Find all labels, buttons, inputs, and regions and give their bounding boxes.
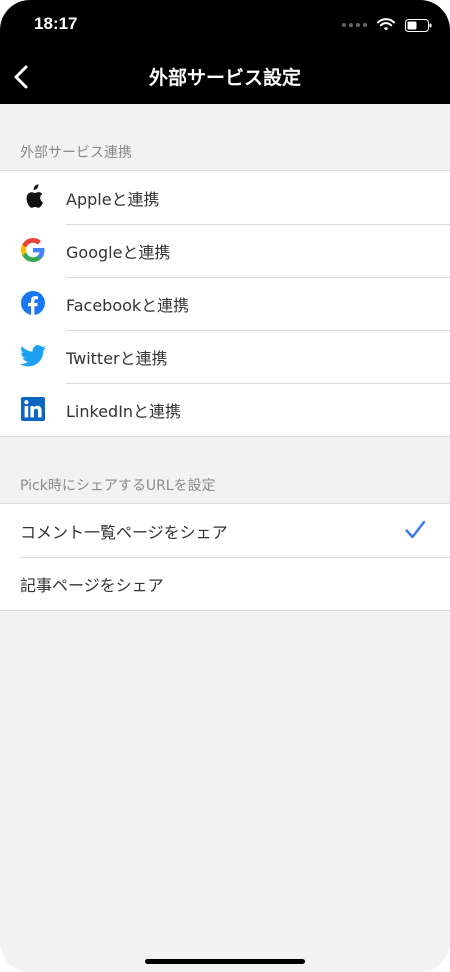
link-linkedin-row[interactable]: LinkedInと連携 bbox=[0, 383, 450, 436]
share-section-header: Pick時にシェアするURLを設定 bbox=[20, 478, 216, 494]
signal-icon bbox=[342, 23, 367, 27]
services-list: Appleと連携 Googleと連携 Facebookと連携 Twitterと連… bbox=[0, 170, 450, 437]
link-linkedin-label: LinkedInと連携 bbox=[66, 401, 182, 421]
apple-icon bbox=[20, 184, 46, 210]
phone-screen: 18:17 外部サービス設定 外部サービス連携 Appleと連携 Googleと… bbox=[0, 0, 450, 972]
facebook-icon bbox=[20, 290, 46, 316]
top-bar: 18:17 外部サービス設定 bbox=[0, 0, 450, 104]
link-apple-label: Appleと連携 bbox=[66, 189, 160, 209]
twitter-icon bbox=[20, 343, 46, 369]
share-comments-label: コメント一覧ページをシェア bbox=[20, 522, 228, 542]
link-google-label: Googleと連携 bbox=[66, 242, 171, 262]
share-options-list: コメント一覧ページをシェア 記事ページをシェア bbox=[0, 503, 450, 611]
battery-icon bbox=[405, 18, 432, 32]
link-google-row[interactable]: Googleと連携 bbox=[0, 224, 450, 277]
linkedin-icon bbox=[20, 396, 46, 422]
wifi-icon bbox=[377, 18, 395, 31]
home-indicator bbox=[145, 959, 305, 964]
share-comments-option[interactable]: コメント一覧ページをシェア bbox=[0, 504, 450, 557]
link-facebook-label: Facebookと連携 bbox=[66, 295, 190, 315]
services-section-header: 外部サービス連携 bbox=[20, 145, 132, 161]
google-icon bbox=[20, 237, 46, 263]
link-apple-row[interactable]: Appleと連携 bbox=[0, 171, 450, 224]
status-time: 18:17 bbox=[34, 14, 78, 33]
checkmark-icon bbox=[405, 520, 426, 539]
link-twitter-label: Twitterと連携 bbox=[66, 348, 168, 368]
share-article-label: 記事ページをシェア bbox=[20, 575, 164, 595]
page-title: 外部サービス設定 bbox=[148, 67, 301, 89]
link-facebook-row[interactable]: Facebookと連携 bbox=[0, 277, 450, 330]
status-icons bbox=[342, 14, 432, 36]
share-article-option[interactable]: 記事ページをシェア bbox=[0, 557, 450, 610]
link-twitter-row[interactable]: Twitterと連携 bbox=[0, 330, 450, 383]
